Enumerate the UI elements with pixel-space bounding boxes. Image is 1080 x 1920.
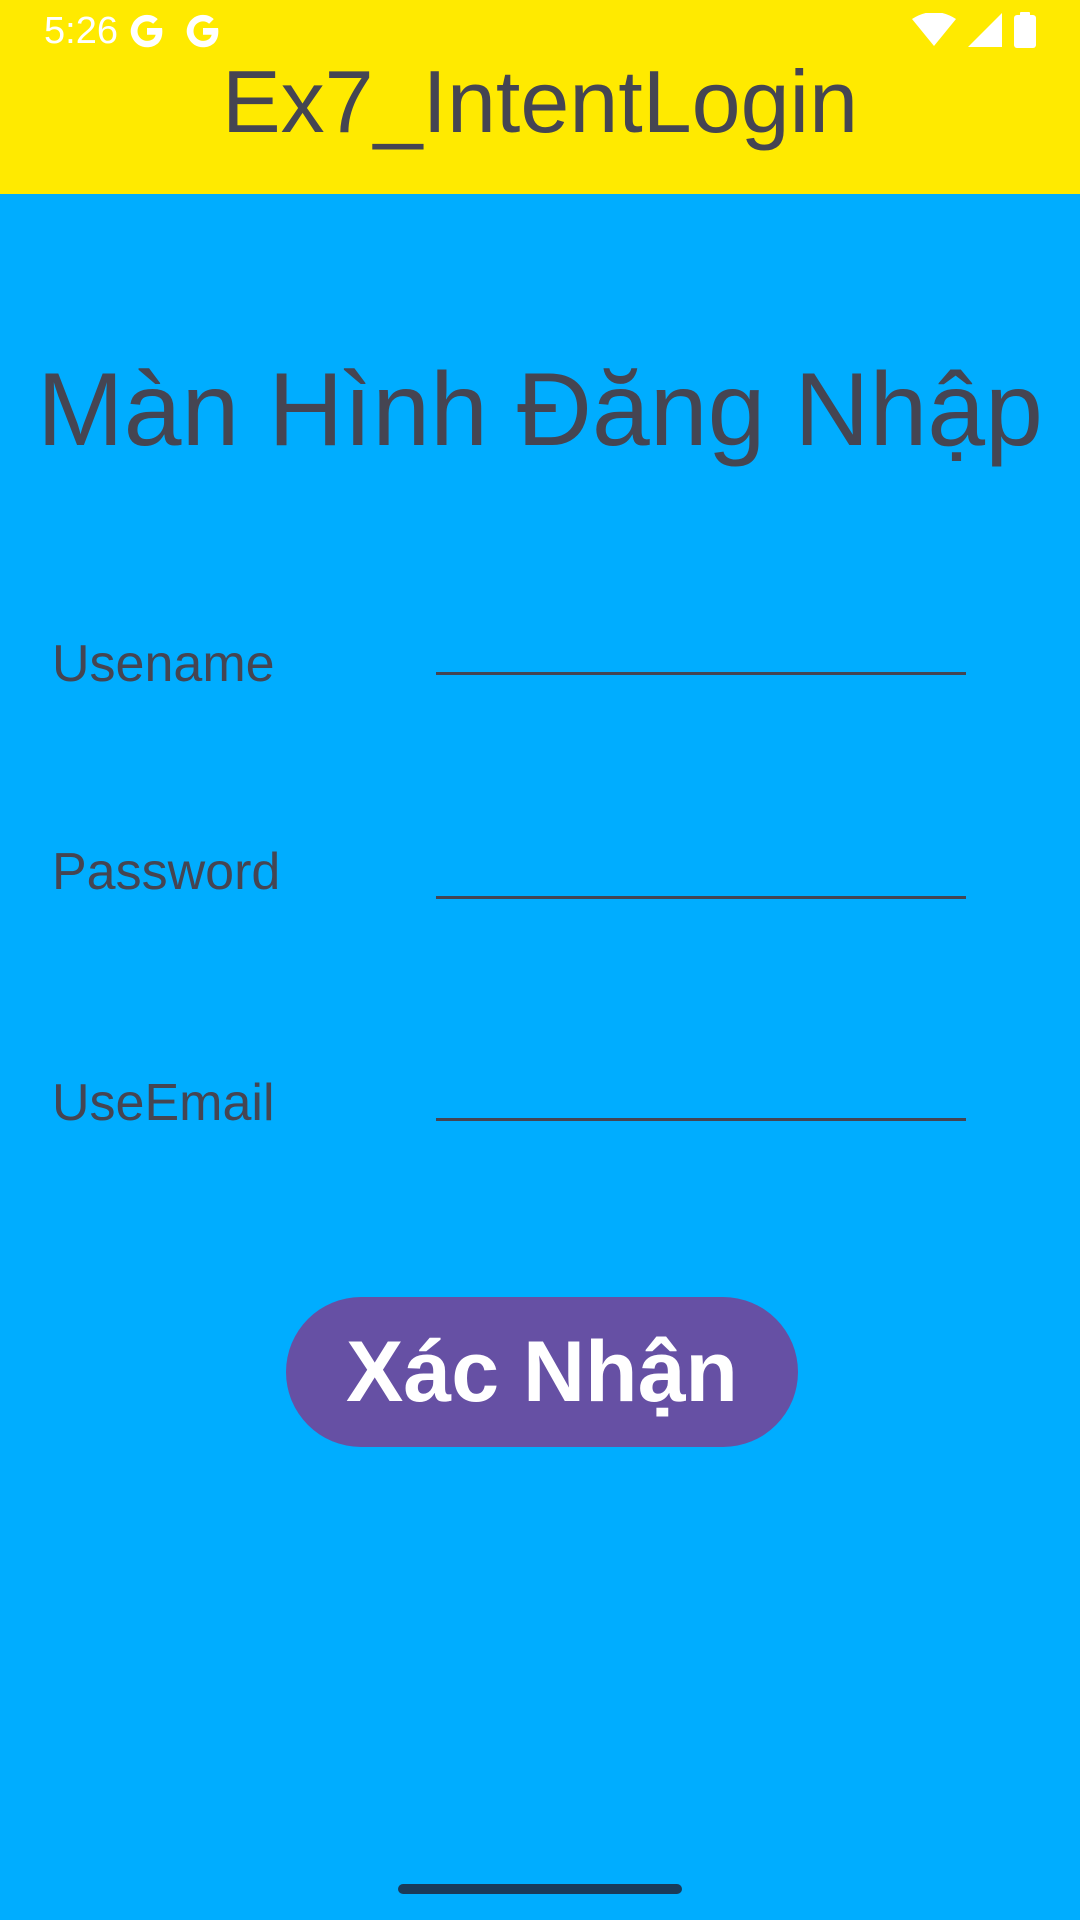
home-indicator[interactable] xyxy=(398,1884,682,1894)
battery-icon xyxy=(1014,12,1036,48)
username-field[interactable] xyxy=(436,602,966,675)
google-g-icon xyxy=(130,14,163,48)
wifi-icon xyxy=(912,13,956,46)
confirm-button[interactable]: Xác Nhận xyxy=(286,1297,798,1447)
google-g-icon xyxy=(186,14,219,48)
page-title: Màn Hình Đăng Nhập xyxy=(37,352,1043,468)
password-field[interactable] xyxy=(436,826,966,899)
status-icons xyxy=(912,10,1036,50)
app-title: Ex7_IntentLogin xyxy=(221,52,859,151)
email-label: UseEmail xyxy=(52,1074,275,1132)
email-field[interactable] xyxy=(436,1048,966,1121)
cell-signal-icon xyxy=(968,13,1002,47)
username-label: Usename xyxy=(52,635,275,693)
password-label: Password xyxy=(52,843,281,901)
app-bar: 5:26 Ex7_IntentLogin xyxy=(0,0,1080,194)
status-time: 5:26 xyxy=(44,10,118,52)
